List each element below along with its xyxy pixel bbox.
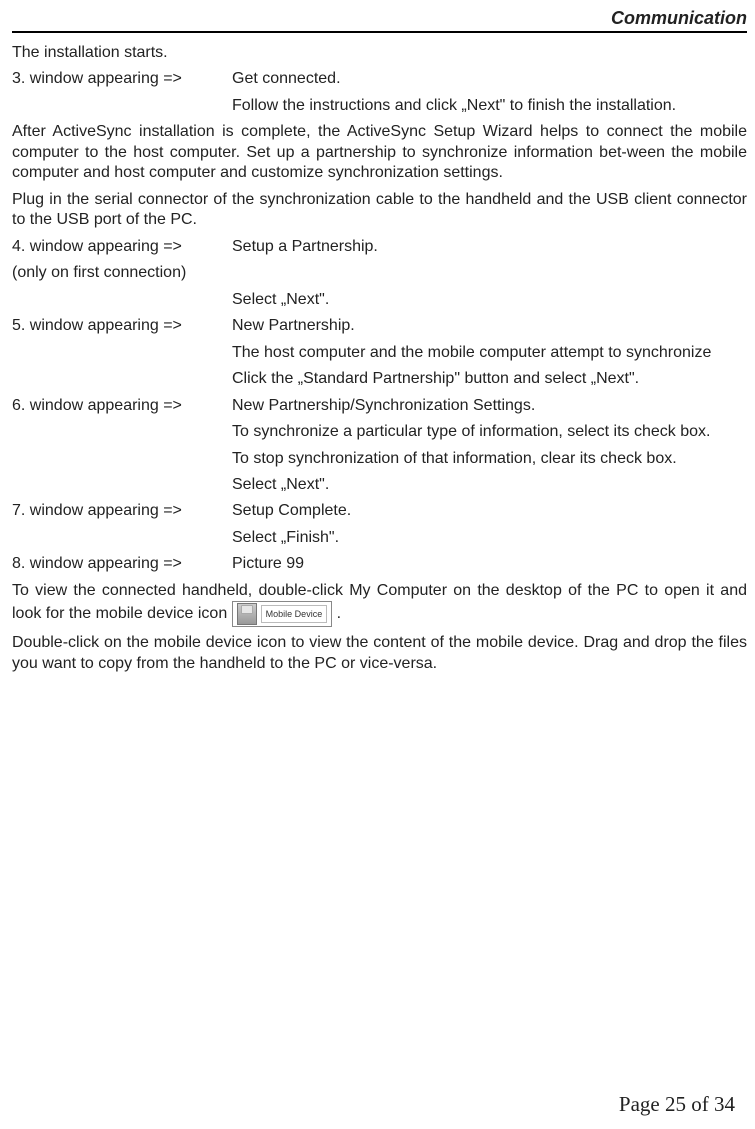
after-install-p1: After ActiveSync installation is complet… xyxy=(12,122,747,183)
step-6-row-2: To synchronize a particular type of info… xyxy=(12,422,747,442)
step-3-label: 3. window appearing => xyxy=(12,69,232,89)
mobile-device-icon-label: Mobile Device xyxy=(261,605,328,623)
step-4-label: 4. window appearing => xyxy=(12,237,232,257)
view-post-text: . xyxy=(337,606,341,623)
step-6-row-3: To stop synchronization of that informat… xyxy=(12,449,747,469)
step-8-line-1: Picture 99 xyxy=(232,554,747,574)
device-icon xyxy=(237,603,257,625)
step-5-line-3: Click the „Standard Partnership" button … xyxy=(232,369,747,389)
step-6-line-2: To synchronize a particular type of info… xyxy=(232,422,747,442)
after-install-p2: Plug in the serial connector of the sync… xyxy=(12,190,747,231)
section-header: Communication xyxy=(12,8,747,33)
step-6-row-4: Select „Next". xyxy=(12,475,747,495)
step-7-row-1: 7. window appearing => Setup Complete. xyxy=(12,501,747,521)
step-8-row-1: 8. window appearing => Picture 99 xyxy=(12,554,747,574)
step-4-row-1: 4. window appearing => Setup a Partnersh… xyxy=(12,237,747,257)
step-8-label: 8. window appearing => xyxy=(12,554,232,574)
step-3-line-2: Follow the instructions and click „Next"… xyxy=(232,96,747,116)
view-pre-text: To view the connected handheld, double-c… xyxy=(12,582,747,623)
step-5-line-1: New Partnership. xyxy=(232,316,747,336)
step-3-row-1: 3. window appearing => Get connected. xyxy=(12,69,747,89)
step-3-row-2: Follow the instructions and click „Next"… xyxy=(12,96,747,116)
step-6-line-3: To stop synchronization of that informat… xyxy=(232,449,747,469)
mobile-device-icon: Mobile Device xyxy=(232,601,333,627)
double-click-para: Double-click on the mobile device icon t… xyxy=(12,633,747,674)
step-5-label: 5. window appearing => xyxy=(12,316,232,336)
step-7-line-1: Setup Complete. xyxy=(232,501,747,521)
step-6-line-1: New Partnership/Synchronization Settings… xyxy=(232,396,747,416)
step-7-line-2: Select „Finish". xyxy=(232,528,747,548)
step-6-label: 6. window appearing => xyxy=(12,396,232,416)
step-4-line-1: Setup a Partnership. xyxy=(232,237,747,257)
step-5-row-2: The host computer and the mobile compute… xyxy=(12,343,747,363)
step-7-label: 7. window appearing => xyxy=(12,501,232,521)
step-6-row-1: 6. window appearing => New Partnership/S… xyxy=(12,396,747,416)
step-4-line-2: Select „Next". xyxy=(232,290,747,310)
step-5-row-3: Click the „Standard Partnership" button … xyxy=(12,369,747,389)
step-5-row-1: 5. window appearing => New Partnership. xyxy=(12,316,747,336)
intro-text: The installation starts. xyxy=(12,43,747,63)
step-4-row-2: Select „Next". xyxy=(12,290,747,310)
step-5-line-2: The host computer and the mobile compute… xyxy=(232,343,747,363)
step-6-line-4: Select „Next". xyxy=(232,475,747,495)
page-number: Page 25 of 34 xyxy=(619,1092,735,1117)
view-handheld-para: To view the connected handheld, double-c… xyxy=(12,581,747,627)
step-7-row-2: Select „Finish". xyxy=(12,528,747,548)
step-3-line-1: Get connected. xyxy=(232,69,747,89)
step-4-sub: (only on first connection) xyxy=(12,263,747,283)
